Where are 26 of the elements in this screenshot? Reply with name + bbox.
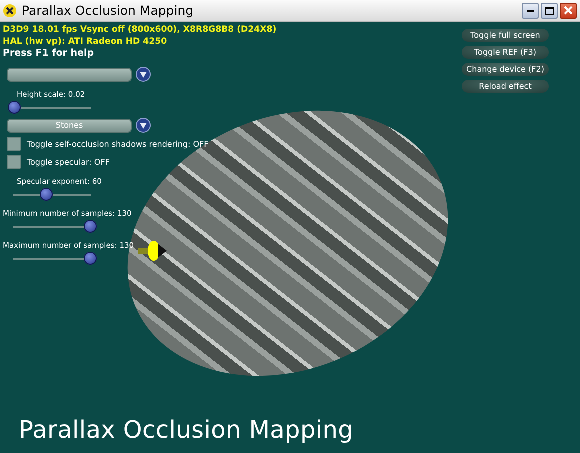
slider-thumb[interactable] (84, 252, 98, 265)
maximize-icon (545, 6, 554, 14)
slider-thumb[interactable] (8, 101, 21, 114)
close-button[interactable] (560, 2, 577, 18)
minimize-button[interactable] (522, 2, 539, 18)
pill-button[interactable]: Reload effect (462, 80, 549, 93)
pill-button[interactable]: Toggle full screen (462, 29, 549, 42)
device-stats: HAL (hw vp): ATI Radeon HD 4250 (3, 36, 168, 48)
help-hint: Press F1 for help (3, 48, 94, 60)
demo-caption: Parallax Occlusion Mapping (19, 416, 354, 444)
checkbox-label: Toggle specular: OFF (27, 158, 110, 166)
window-title: Parallax Occlusion Mapping (22, 3, 195, 18)
pill-button[interactable]: Toggle REF (F3) (462, 46, 549, 59)
app-icon (3, 4, 17, 18)
maximize-button[interactable] (541, 2, 558, 18)
pill-button[interactable]: Change device (F2) (462, 63, 549, 76)
close-icon (564, 6, 573, 15)
device-stats: D3D9 18.01 fps Vsync off (800x600), X8R8G8B8 (D24X8) (3, 24, 277, 36)
minimize-icon (527, 9, 534, 12)
dropdown-field[interactable] (7, 68, 132, 82)
slider-thumb[interactable] (84, 220, 98, 233)
pointer-arrow-drawing (138, 240, 168, 262)
slider-thumb[interactable] (40, 188, 53, 201)
checkbox-label: Toggle self-occlusion shadows rendering: OFF (27, 140, 209, 148)
checkbox[interactable] (7, 155, 21, 169)
checkbox[interactable] (7, 137, 21, 151)
